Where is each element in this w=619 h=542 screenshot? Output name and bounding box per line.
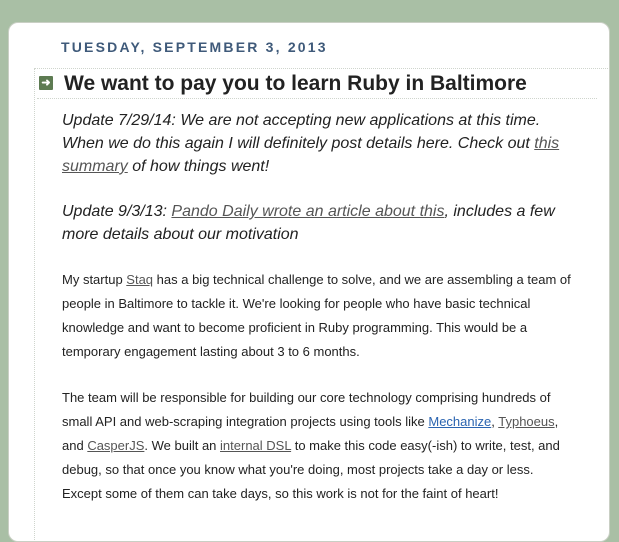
paragraph-1-text-1: My startup bbox=[62, 272, 127, 287]
page-background-right bbox=[611, 22, 619, 542]
internal-dsl-link[interactable]: internal DSL bbox=[220, 438, 291, 453]
update-2013-prefix: Update 9/3/13: bbox=[62, 203, 172, 220]
pando-daily-link[interactable]: Pando Daily wrote an article about this bbox=[171, 203, 444, 220]
page-background-top bbox=[0, 0, 619, 22]
paragraph-2-text-4: . We built an bbox=[144, 438, 221, 453]
body-paragraph-1: My startup Staq has a big technical chal… bbox=[62, 268, 572, 364]
post-title[interactable]: We want to pay you to learn Ruby in Balt… bbox=[64, 69, 527, 98]
update-notice-2013: Update 9/3/13: Pando Daily wrote an arti… bbox=[62, 200, 572, 246]
arrow-right-icon: ➜ bbox=[39, 76, 53, 90]
update-2014-prefix: Update 7/29/14: We are not accepting new… bbox=[62, 112, 541, 152]
blog-post: ➜ We want to pay you to learn Ruby in Ba… bbox=[34, 68, 609, 541]
casperjs-link[interactable]: CasperJS bbox=[87, 438, 144, 453]
update-notice-2014: Update 7/29/14: We are not accepting new… bbox=[62, 109, 572, 178]
mechanize-link[interactable]: Mechanize bbox=[428, 414, 491, 429]
update-2014-suffix: of how things went! bbox=[127, 158, 270, 175]
post-date-header: TUESDAY, SEPTEMBER 3, 2013 bbox=[61, 39, 328, 55]
typhoeus-link[interactable]: Typhoeus bbox=[498, 414, 554, 429]
post-title-row: ➜ We want to pay you to learn Ruby in Ba… bbox=[37, 69, 597, 99]
blog-main-panel: TUESDAY, SEPTEMBER 3, 2013 ➜ We want to … bbox=[8, 22, 610, 542]
staq-link[interactable]: Staq bbox=[126, 272, 153, 287]
body-paragraph-2: The team will be responsible for buildin… bbox=[62, 386, 572, 506]
post-body: Update 7/29/14: We are not accepting new… bbox=[62, 109, 572, 528]
